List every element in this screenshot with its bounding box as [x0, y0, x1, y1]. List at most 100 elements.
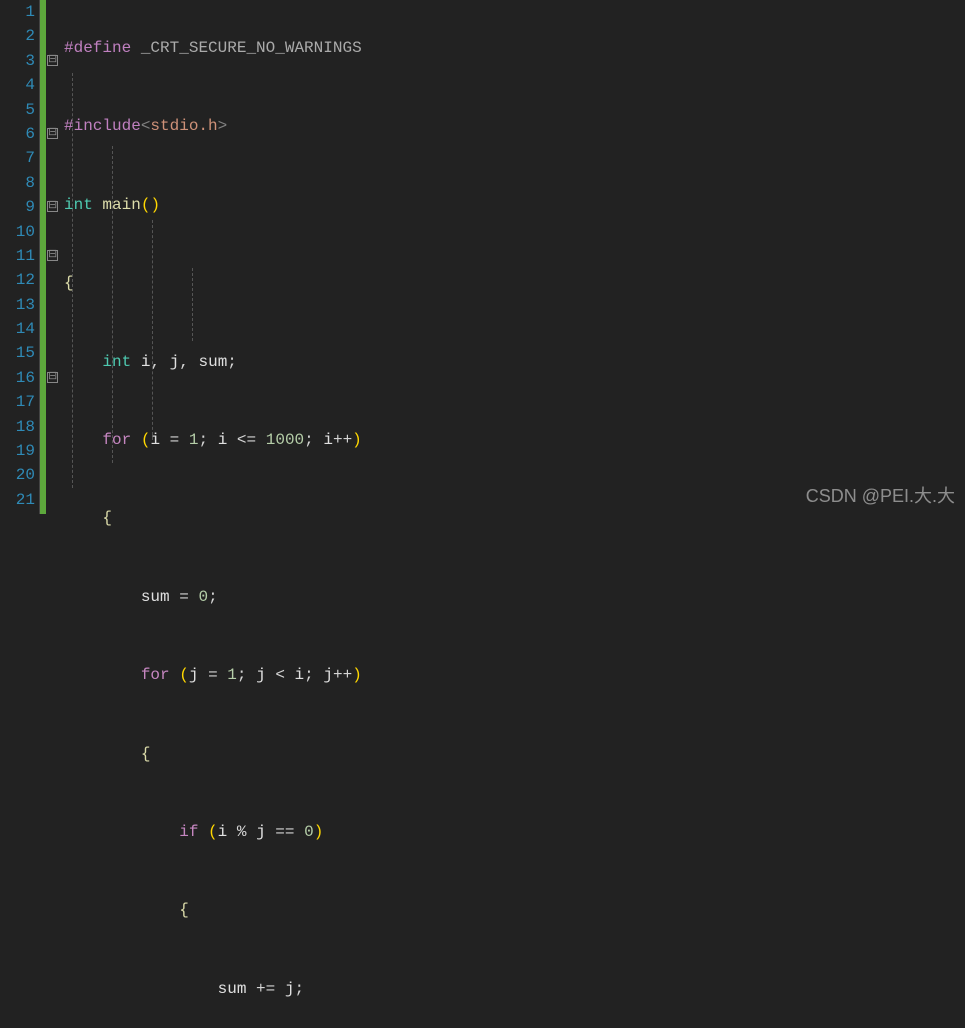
indent-guide [192, 268, 193, 341]
variable: i [141, 353, 151, 371]
code-line[interactable]: #define _CRT_SECURE_NO_WARNINGS [60, 36, 965, 60]
code-line[interactable]: { [60, 898, 965, 922]
code-line[interactable]: { [60, 271, 965, 295]
type-keyword: int [64, 196, 93, 214]
control-keyword: if [179, 823, 198, 841]
brace: { [141, 745, 151, 763]
operator: = [170, 431, 180, 449]
operator: = [179, 588, 189, 606]
paren: ) [352, 666, 362, 684]
line-number: 14 [0, 317, 35, 341]
function-name: main [102, 196, 140, 214]
operator: % [237, 823, 247, 841]
line-number: 12 [0, 268, 35, 292]
code-line[interactable]: int main() [60, 193, 965, 217]
operator: == [275, 823, 294, 841]
line-number: 8 [0, 171, 35, 195]
variable: j [170, 353, 180, 371]
variable: j [323, 666, 333, 684]
fold-toggle[interactable]: ⊟ [47, 372, 58, 383]
line-number: 7 [0, 146, 35, 170]
line-number: 13 [0, 293, 35, 317]
code-line[interactable]: { [60, 506, 965, 530]
paren: ) [352, 431, 362, 449]
variable: j [256, 666, 266, 684]
code-line[interactable]: sum = 0; [60, 585, 965, 609]
line-number-gutter: 1 2 3 4 5 6 7 8 9 10 11 12 13 14 15 16 1… [0, 0, 40, 514]
variable: j [256, 823, 266, 841]
semicolon: ; [198, 431, 208, 449]
paren: ) [314, 823, 324, 841]
operator: = [208, 666, 218, 684]
code-line[interactable]: int i, j, sum; [60, 350, 965, 374]
line-number: 6 [0, 122, 35, 146]
semicolon: ; [208, 588, 218, 606]
paren: ( [141, 431, 151, 449]
line-number: 15 [0, 341, 35, 365]
fold-toggle[interactable]: ⊟ [47, 55, 58, 66]
variable: sum [198, 353, 227, 371]
angle-bracket: < [141, 117, 151, 135]
semicolon: ; [237, 666, 247, 684]
watermark-text: CSDN @PEI.大.大 [806, 482, 955, 508]
fold-toggle[interactable]: ⊟ [47, 250, 58, 261]
line-number: 10 [0, 220, 35, 244]
indent-guide [112, 146, 113, 463]
fold-toggle[interactable]: ⊟ [47, 128, 58, 139]
paren: ( [141, 196, 151, 214]
header-name: stdio.h [150, 117, 217, 135]
semicolon: ; [304, 431, 314, 449]
paren: ) [150, 196, 160, 214]
semicolon: ; [227, 353, 237, 371]
type-keyword: int [102, 353, 131, 371]
code-line[interactable]: #include<stdio.h> [60, 114, 965, 138]
line-number: 5 [0, 98, 35, 122]
operator: ++ [333, 431, 352, 449]
code-area[interactable]: #define _CRT_SECURE_NO_WARNINGS #include… [60, 0, 965, 514]
code-editor[interactable]: 1 2 3 4 5 6 7 8 9 10 11 12 13 14 15 16 1… [0, 0, 965, 514]
line-number: 9 [0, 195, 35, 219]
line-number: 4 [0, 73, 35, 97]
variable: i [218, 823, 228, 841]
number: 0 [198, 588, 208, 606]
angle-bracket: > [218, 117, 228, 135]
variable: i [295, 666, 305, 684]
line-number: 18 [0, 415, 35, 439]
line-number: 19 [0, 439, 35, 463]
paren: ( [208, 823, 218, 841]
operator: += [256, 980, 275, 998]
operator: ++ [333, 666, 352, 684]
fold-toggle[interactable]: ⊟ [47, 201, 58, 212]
code-line[interactable]: for (i = 1; i <= 1000; i++) [60, 428, 965, 452]
semicolon: ; [294, 980, 304, 998]
variable: i [323, 431, 333, 449]
semicolon: ; [304, 666, 314, 684]
number: 1000 [266, 431, 304, 449]
code-line[interactable]: if (i % j == 0) [60, 820, 965, 844]
code-line[interactable]: sum += j; [60, 977, 965, 1001]
number: 1 [227, 666, 237, 684]
number: 0 [304, 823, 314, 841]
control-keyword: for [102, 431, 131, 449]
line-number: 3 [0, 49, 35, 73]
line-number: 17 [0, 390, 35, 414]
variable: j [189, 666, 199, 684]
control-keyword: for [141, 666, 170, 684]
line-number: 21 [0, 488, 35, 512]
preproc-keyword: #include [64, 117, 141, 135]
code-line[interactable]: for (j = 1; j < i; j++) [60, 663, 965, 687]
line-number: 2 [0, 24, 35, 48]
indent-guide [72, 73, 73, 488]
comma: , [179, 353, 189, 371]
code-line[interactable]: { [60, 742, 965, 766]
line-number: 20 [0, 463, 35, 487]
line-number: 1 [0, 0, 35, 24]
variable: j [285, 980, 295, 998]
operator: < [275, 666, 285, 684]
variable: sum [141, 588, 170, 606]
line-number: 11 [0, 244, 35, 268]
macro-name: _CRT_SECURE_NO_WARNINGS [141, 39, 362, 57]
paren: ( [179, 666, 189, 684]
brace: { [179, 901, 189, 919]
brace: { [102, 509, 112, 527]
